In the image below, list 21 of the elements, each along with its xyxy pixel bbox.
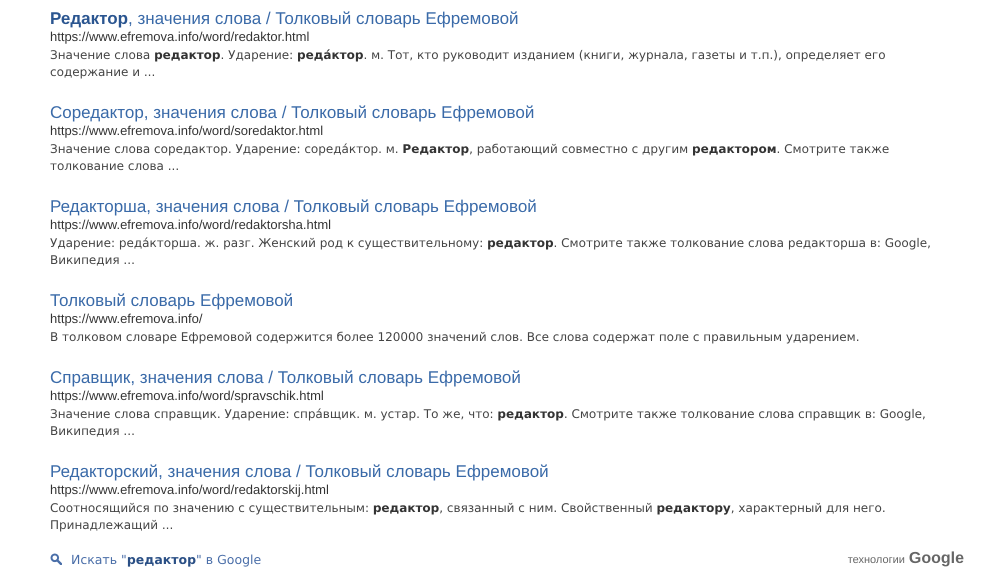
result-title-link[interactable]: Соредактор, значения слова / Толковый словарь Ефремовой bbox=[50, 103, 534, 123]
branding-logo: Google bbox=[908, 550, 964, 568]
result-snippet: Значение слова справщик. Ударение: спрáвщик. м. устар. То же, что: редактор. Смотрите также толкование слова справщик в: Google, Википедия ... bbox=[50, 406, 927, 440]
result-url: https://www.efremova.info/word/spravschik.html bbox=[50, 388, 324, 404]
result-url: https://www.efremova.info/word/soredaktor.html bbox=[50, 123, 324, 139]
result-url: https://www.efremova.info/ bbox=[50, 311, 202, 327]
result-title-link[interactable]: Редактор, значения слова / Толковый словарь Ефремовой bbox=[50, 9, 519, 29]
result-snippet: Ударение: редáкторша. ж. разг. Женский род к существительному: редактор. Смотрите также толкование слова редакторша в: Google, Википедия ... bbox=[50, 235, 932, 269]
result-url: https://www.efremova.info/word/redaktorsha.html bbox=[50, 217, 332, 233]
result-url: https://www.efremova.info/word/redaktorskij.html bbox=[50, 482, 329, 498]
result-title-link[interactable]: Редакторский, значения слова / Толковый словарь Ефремовой bbox=[50, 462, 549, 482]
result-snippet: Значение слова соредактор. Ударение: соредáктор. м. Редактор, работающий совместно с другим редактором. Смотрите также толкование слова ... bbox=[50, 141, 890, 175]
search-icon bbox=[50, 553, 62, 565]
result-snippet: В толковом словаре Ефремовой содержится более 120000 значений слов. Все слова содержат поле с правильным ударением. bbox=[50, 329, 861, 346]
result-snippet: Соотносящийся по значению с существительным: редактор, связанный с ним. Свойственный редактору, характерный для него. Принадлежащий ... bbox=[50, 500, 887, 534]
result-title-link[interactable]: Толковый словарь Ефремовой bbox=[50, 291, 294, 311]
result-url: https://www.efremova.info/word/redaktor.html bbox=[50, 29, 310, 45]
result-title-link[interactable]: Справщик, значения слова / Толковый словарь Ефремовой bbox=[50, 368, 521, 388]
result-title-link[interactable]: Редакторша, значения слова / Толковый словарь Ефремовой bbox=[50, 197, 537, 217]
result-snippet: Значение слова редактор. Ударение: реда́ктор. м. Тот, кто руководит изданием (книги, журнала, газеты и т.п.), определяет его содержание и ... bbox=[50, 47, 887, 81]
branding-label: технологии bbox=[848, 554, 905, 566]
